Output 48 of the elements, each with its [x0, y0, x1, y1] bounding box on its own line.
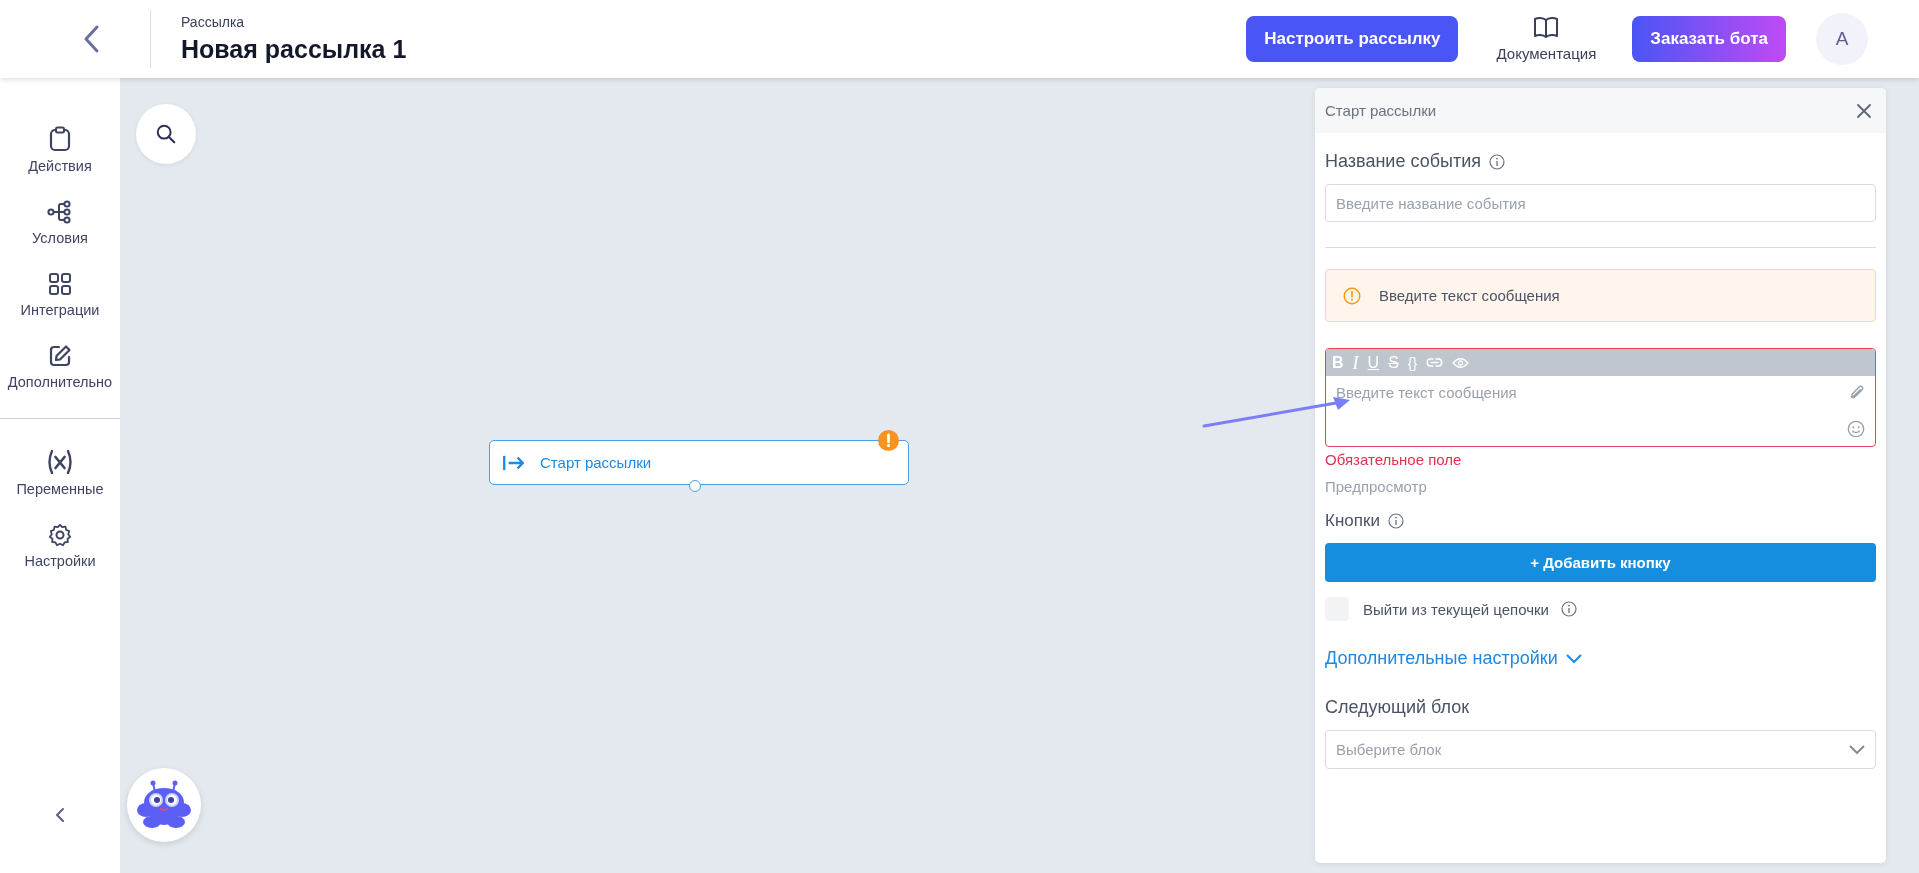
advanced-settings-link[interactable]: Дополнительные настройки: [1325, 648, 1558, 669]
grid-icon[interactable]: [48, 272, 72, 296]
clipboard-icon[interactable]: [48, 126, 72, 152]
sidebar-item[interactable]: Условия: [32, 230, 88, 246]
error-message: Обязательное поле: [1325, 451, 1463, 468]
paperclip-icon[interactable]: [1848, 384, 1864, 401]
user-avatar[interactable]: A: [1816, 13, 1868, 65]
breadcrumb-text: Рассылка: [181, 14, 246, 30]
collapse-chevron-icon[interactable]: [55, 807, 65, 823]
info-icon[interactable]: [1488, 153, 1505, 170]
sidebar-item[interactable]: Интеграции: [20, 302, 100, 318]
search-button[interactable]: [136, 104, 196, 164]
chevron-icon: [1849, 744, 1865, 755]
sidebar-item[interactable]: Переменные: [16, 481, 104, 497]
sidebar-item[interactable]: Настройки: [24, 553, 96, 569]
event-name-input[interactable]: Введите название события: [1325, 184, 1876, 222]
bot-button[interactable]: [127, 768, 201, 842]
alert-text: Введите текст сообщения: [1379, 287, 1560, 304]
gear-icon[interactable]: [48, 523, 72, 547]
preview-link[interactable]: Предпросмотр: [1325, 478, 1876, 495]
robot-mascot-icon: [134, 780, 194, 830]
page-title: Новая рассылка 1: [181, 35, 407, 64]
field-label: Кнопки: [1325, 511, 1380, 531]
close-icon[interactable]: [1856, 102, 1872, 119]
order-bot-button[interactable]: Заказать бота: [1632, 16, 1786, 62]
add-button-button[interactable]: + Добавить кнопку: [1325, 543, 1876, 582]
documentation-link[interactable]: Документация: [1496, 45, 1597, 62]
panel-title: Старт рассылки: [1325, 102, 1437, 119]
book-icon[interactable]: [1533, 16, 1560, 38]
node-title: Старт рассылки: [540, 454, 652, 471]
field-label: Следующий блок: [1325, 697, 1471, 718]
variable-icon[interactable]: [46, 449, 74, 475]
branch-icon[interactable]: [47, 200, 73, 224]
emoji-icon[interactable]: [1847, 420, 1865, 438]
search-icon: [155, 123, 177, 145]
checkbox-label[interactable]: Выйти из текущей цепочки: [1363, 600, 1549, 618]
info-icon[interactable]: [1561, 601, 1577, 617]
sidebar-item[interactable]: Действия: [28, 158, 92, 174]
next-block-select[interactable]: Выберите блок: [1325, 730, 1876, 769]
edit-icon[interactable]: [48, 344, 72, 368]
info-icon[interactable]: [1387, 513, 1404, 529]
field-label: Название события: [1325, 151, 1481, 172]
warning-icon: [1343, 286, 1361, 305]
start-arrow-icon: [502, 454, 526, 471]
flow-node[interactable]: Старт рассылки: [489, 440, 909, 485]
sidebar-item[interactable]: Дополнительно: [7, 374, 113, 390]
configure-button[interactable]: Настроить рассылку: [1246, 16, 1459, 62]
chevron-icon[interactable]: [1565, 653, 1582, 664]
